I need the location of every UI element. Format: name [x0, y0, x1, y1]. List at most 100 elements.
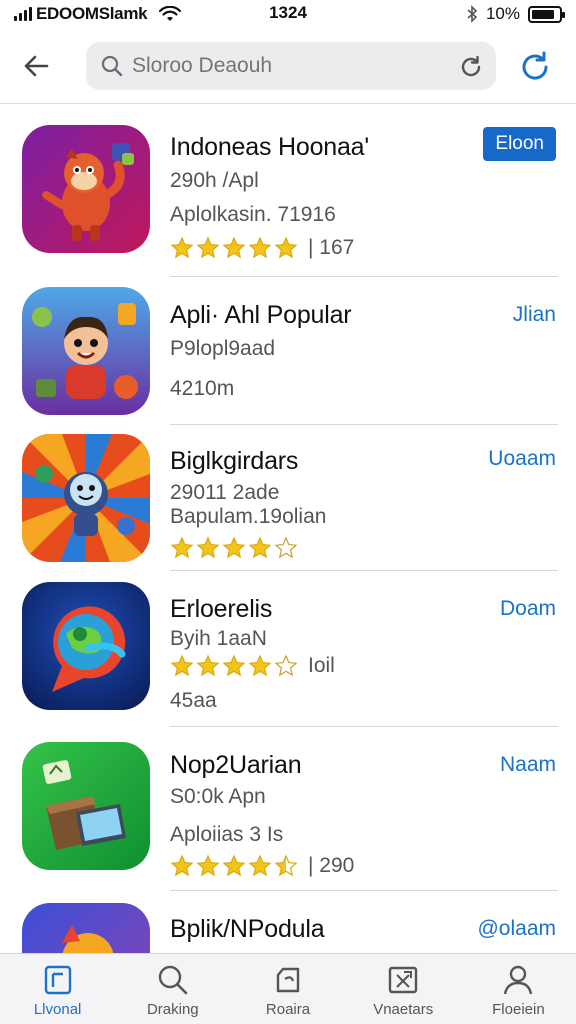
star-icon [170, 536, 194, 559]
app-category: Aplolkasin. 71916 [170, 203, 336, 226]
updates-icon [389, 966, 418, 994]
clock: 1324 [269, 3, 307, 22]
tab-label: Roaira [265, 1001, 311, 1018]
star-icon [170, 236, 194, 259]
search-icon [101, 55, 123, 77]
mascot-game-icon [22, 125, 150, 253]
tab-label: Llvonal [33, 1001, 82, 1018]
tab-profile[interactable]: Floeiein [461, 954, 576, 1024]
star-icon [274, 854, 298, 877]
app-meta: Byih 1aaN [170, 627, 267, 650]
tablet-device-icon [22, 742, 150, 870]
app-name[interactable]: Apli· Ahl Popular [170, 301, 352, 330]
app-meta: 290h /Apl [170, 169, 259, 192]
back-button[interactable] [18, 48, 54, 84]
app-name[interactable]: Bplik/NPodula [170, 915, 325, 944]
bird-game-icon [22, 903, 150, 953]
tab-apps[interactable]: Roaira [230, 954, 345, 1024]
app-category: 45aa [170, 689, 217, 712]
battery-icon [528, 5, 565, 23]
star-icon [222, 536, 246, 559]
tab-label: Floeiein [492, 1001, 545, 1018]
battery-percent: 10% [485, 4, 520, 23]
star-rating: | 290 [170, 854, 354, 878]
back-arrow-icon [24, 55, 49, 77]
tab-bar: Llvonal Draking Roaira Vnaetars Floeiein [0, 953, 576, 1024]
star-icon [274, 654, 298, 677]
get-button[interactable]: Doam [500, 597, 556, 621]
app-name[interactable]: Indoneas Hoonaa' [170, 133, 369, 162]
star-rating: | 167 [170, 236, 354, 260]
app-meta: 29011 2ade [170, 481, 280, 504]
app-list: Indoneas Hoonaa' 290h /Apl Aplolkasin. 7… [0, 105, 576, 953]
star-icon [248, 536, 272, 559]
tab-today[interactable]: Llvonal [0, 954, 115, 1024]
get-button[interactable]: Naam [500, 753, 556, 777]
app-icon-device[interactable] [22, 742, 150, 870]
app-name[interactable]: Biglkgirdars [170, 447, 298, 476]
star-icon [196, 854, 220, 877]
status-bar: EDOOMSlamk 1324 10% [0, 0, 576, 28]
app-icon-mascot[interactable] [22, 125, 150, 253]
refresh-button[interactable] [516, 48, 554, 86]
get-button[interactable]: Uoaam [488, 447, 556, 471]
wifi-icon [159, 6, 182, 21]
app-row[interactable]: Biglkgirdars 29011 2ade Bapulam.19olian … [0, 425, 576, 571]
app-row[interactable]: Erloerelis Byih 1aaN Ioil 45aa Doam [0, 571, 576, 727]
star-icon [248, 236, 272, 259]
star-icon [170, 854, 194, 877]
tab-label: Draking [146, 1001, 199, 1018]
star-icon [248, 654, 272, 677]
get-button[interactable]: Eloon [483, 127, 556, 161]
reload-icon[interactable] [458, 54, 484, 80]
get-button[interactable]: Jlian [513, 303, 556, 327]
tab-updates[interactable]: Vnaetars [346, 954, 461, 1024]
bluetooth-icon [467, 5, 478, 23]
app-name[interactable]: Erloerelis [170, 595, 272, 624]
star-icon [222, 654, 246, 677]
app-icon-boy[interactable] [22, 287, 150, 415]
star-icon [196, 536, 220, 559]
rating-count: | 290 [308, 854, 355, 877]
star-icon [222, 236, 246, 259]
app-meta: S0:0k Apn [170, 785, 266, 808]
star-icon [196, 236, 220, 259]
tab-label: Vnaetars [373, 1001, 434, 1018]
app-name[interactable]: Nop2Uarian [170, 751, 302, 780]
get-button[interactable]: @olaam [477, 917, 556, 941]
signal-icon [14, 7, 32, 21]
rating-count: Ioil [308, 654, 335, 677]
app-category: 4210m [170, 377, 235, 400]
app-row[interactable]: Nop2Uarian S0:0k Apn Aploiias 3 Is | 290… [0, 727, 576, 891]
star-icon [248, 854, 272, 877]
app-category: Aploiias 3 Is [170, 823, 284, 846]
tab-search[interactable]: Draking [115, 954, 230, 1024]
refresh-icon [522, 51, 548, 80]
profile-icon [504, 965, 533, 995]
cartoon-boy-icon [22, 287, 150, 415]
robot-burst-icon [22, 434, 150, 562]
app-row[interactable]: Indoneas Hoonaa' 290h /Apl Aplolkasin. 7… [0, 105, 576, 277]
star-icon [170, 654, 194, 677]
app-icon-burst[interactable] [22, 434, 150, 562]
star-icon [274, 236, 298, 259]
app-icon-planet[interactable] [22, 582, 150, 710]
search-header [0, 34, 576, 104]
app-icon-partial[interactable] [22, 903, 150, 953]
app-row[interactable]: Bplik/NPodula @olaam [0, 891, 576, 953]
search-bar[interactable] [86, 42, 496, 90]
today-icon [44, 965, 71, 995]
star-rating [170, 536, 308, 560]
carrier-name: EDOOMSlamk [36, 4, 148, 23]
app-row[interactable]: Apli· Ahl Popular P9lopl9aad 4210m Jlian [0, 277, 576, 425]
search-icon [158, 965, 188, 995]
apps-icon [276, 967, 300, 993]
star-icon [222, 854, 246, 877]
search-input[interactable] [132, 54, 432, 78]
star-rating: Ioil [170, 654, 335, 678]
star-icon [274, 536, 298, 559]
rating-count: | 167 [308, 236, 355, 259]
star-icon [196, 654, 220, 677]
app-category: Bapulam.19olian [170, 505, 327, 528]
planet-chat-icon [22, 582, 150, 710]
